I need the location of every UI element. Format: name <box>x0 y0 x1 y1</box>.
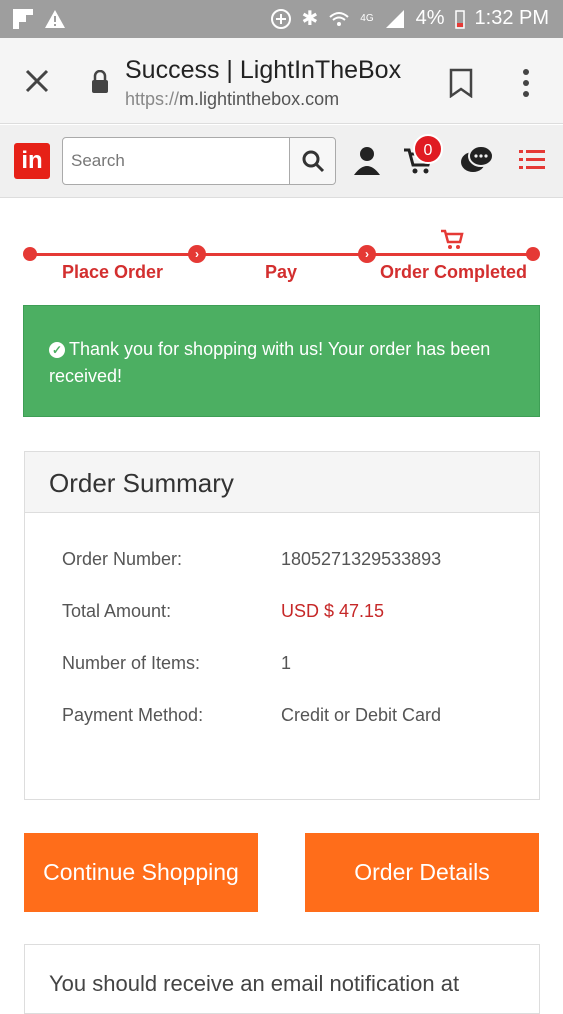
progress-step-marker: › <box>188 245 206 263</box>
summary-row-total-amount: Total Amount: USD $ 47.15 <box>62 601 539 653</box>
success-alert: ✓ Thank you for shopping with us! Your or… <box>23 305 540 417</box>
search-button[interactable] <box>289 138 335 184</box>
summary-label: Payment Method: <box>62 705 204 725</box>
cart-progress-icon <box>441 229 464 249</box>
step-pay: Pay <box>265 262 298 282</box>
progress-line <box>30 253 533 256</box>
items-count-value: 1 <box>281 653 292 673</box>
chat-icon[interactable] <box>460 145 494 175</box>
menu-list-icon[interactable] <box>519 149 545 171</box>
order-details-button[interactable]: Order Details <box>305 833 539 912</box>
order-summary-panel: Order Summary Order Number: 180527132953… <box>24 451 540 800</box>
progress-step-marker: › <box>358 245 376 263</box>
check-circle-icon: ✓ <box>49 342 65 358</box>
flipboard-icon <box>13 9 33 29</box>
overflow-menu-icon[interactable] <box>518 68 534 98</box>
payment-method-value: Credit or Debit Card <box>281 705 442 725</box>
bookmark-icon[interactable] <box>448 68 474 98</box>
battery-level: 4% <box>415 7 445 29</box>
summary-row-payment-method: Payment Method: Credit or Debit Card <box>62 705 539 757</box>
clock: 1:32 PM <box>474 7 549 29</box>
progress-start-dot <box>23 247 37 261</box>
url-bar[interactable]: https://m.lightinthebox.com <box>125 89 339 110</box>
battery-icon <box>454 9 465 29</box>
email-notice: You should receive an email notification… <box>24 944 540 1014</box>
summary-label: Total Amount: <box>62 601 172 621</box>
total-amount-value: USD $ 47.15 <box>281 601 385 621</box>
signal-icon <box>385 9 404 28</box>
order-summary-title: Order Summary <box>25 452 539 513</box>
step-place-order: Place Order <box>62 262 164 282</box>
step-order-completed: Order Completed <box>380 262 528 282</box>
data-saver-icon <box>270 8 291 29</box>
cart-count-badge: 0 <box>413 134 443 164</box>
site-logo[interactable]: in <box>14 143 50 179</box>
search-box <box>62 137 336 185</box>
url-host: m.lightinthebox.com <box>179 89 340 109</box>
checkout-progress: › › Place Order Pay Order Completed <box>0 225 563 295</box>
email-notice-text: You should receive an email notification… <box>49 971 460 996</box>
url-protocol: https:// <box>125 89 180 109</box>
lock-icon <box>92 70 108 93</box>
continue-shopping-button[interactable]: Continue Shopping <box>24 833 258 912</box>
site-header: in <box>0 125 563 198</box>
order-number-value: 1805271329533893 <box>281 549 442 569</box>
close-icon[interactable] <box>22 66 52 96</box>
summary-row-items: Number of Items: 1 <box>62 653 539 705</box>
search-input[interactable] <box>71 146 286 176</box>
browser-toolbar: Success | LightInTheBox https://m.lighti… <box>0 38 563 124</box>
network-type: 4G <box>360 13 374 24</box>
progress-end-dot <box>526 247 540 261</box>
bluetooth-icon: ✱ <box>301 8 319 30</box>
warning-icon <box>45 10 65 28</box>
summary-row-order-number: Order Number: 1805271329533893 <box>62 549 539 601</box>
status-bar: ✱ 4G 4% 1:32 PM <box>0 0 563 38</box>
summary-label: Order Number: <box>62 549 183 569</box>
success-message: Thank you for shopping with us! Your ord… <box>49 339 491 386</box>
account-icon[interactable] <box>353 145 381 175</box>
search-icon <box>302 150 324 173</box>
summary-label: Number of Items: <box>62 653 201 673</box>
wifi-icon <box>329 11 349 26</box>
page-title: Success | LightInTheBox <box>125 56 402 84</box>
